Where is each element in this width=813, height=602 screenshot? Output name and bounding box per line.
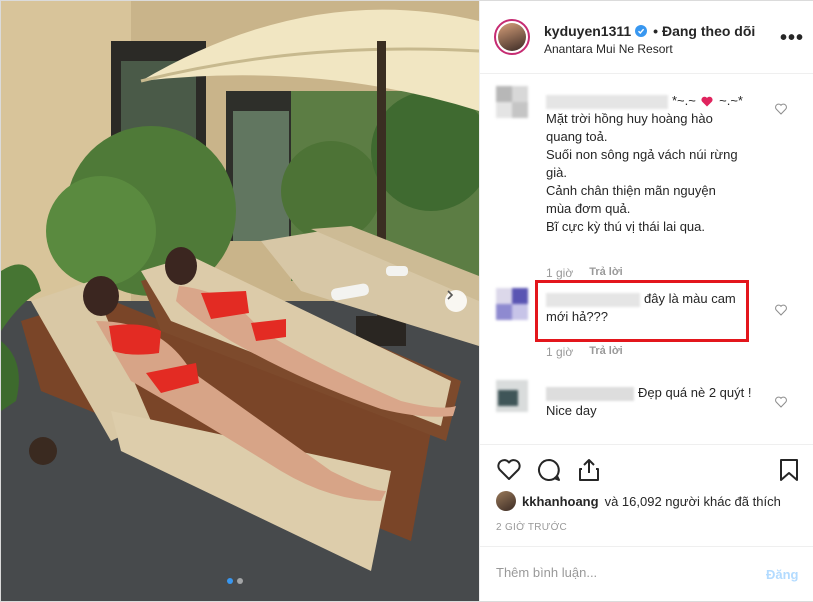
comment-avatar[interactable] [496, 288, 528, 320]
comment-line: mùa đơm quả. [546, 201, 631, 216]
carousel-indicator [227, 578, 243, 584]
comment-line: Suối non sông ngả vách núi rừng [546, 147, 738, 162]
likes-count-text[interactable]: và 16,092 người khác đã thích [605, 494, 781, 509]
reply-button[interactable]: Trả lời [589, 345, 623, 359]
comment-line: quang toả. [546, 129, 608, 144]
comment-avatar[interactable] [496, 380, 528, 412]
post-side-panel: kyduyen1311 • Đang theo dõi Anantara Mui… [479, 1, 813, 601]
red-heart-emoji-icon [701, 96, 714, 107]
post-header: kyduyen1311 • Đang theo dõi Anantara Mui… [480, 1, 813, 74]
comment-line: Đẹp quá nè 2 quýt ! [638, 385, 752, 400]
author-username[interactable]: kyduyen1311 [544, 23, 631, 39]
post-location[interactable]: Anantara Mui Ne Resort [544, 42, 673, 56]
more-options-icon[interactable]: ••• [780, 27, 804, 50]
red-highlight-box [535, 280, 749, 342]
like-comment-heart-icon[interactable] [775, 304, 787, 316]
comment-line: già. [546, 165, 567, 180]
comment-line: Mặt trời hồng huy hoàng hào [546, 111, 713, 126]
comment-author-blurred[interactable] [546, 386, 634, 401]
add-comment-section: Đăng [480, 546, 813, 601]
add-comment-input[interactable] [496, 565, 746, 580]
chevron-right-icon [447, 290, 454, 300]
comment-bubble-icon[interactable] [536, 457, 562, 483]
like-comment-heart-icon[interactable] [775, 103, 787, 115]
author-line: kyduyen1311 • Đang theo dõi [544, 23, 755, 39]
author-avatar[interactable] [494, 19, 530, 55]
carousel-dot-active [227, 578, 233, 584]
reply-button[interactable]: Trả lời [589, 266, 623, 280]
follow-status[interactable]: • Đang theo dõi [653, 23, 755, 39]
carousel-dot [237, 578, 243, 584]
share-icon[interactable] [576, 457, 602, 483]
comment-meta: 1 giờ Trả lời [546, 345, 623, 359]
bookmark-icon[interactable] [776, 457, 802, 483]
verified-badge-icon [635, 25, 648, 37]
comment-author-blurred[interactable] [546, 94, 668, 109]
carousel-next-button[interactable] [445, 290, 467, 312]
like-heart-icon[interactable] [496, 457, 522, 483]
comment-line: Nice day [546, 403, 597, 418]
comment-name-suffix-2: ~.~* [719, 93, 743, 108]
comment-text: *~.~ ~.~* Mặt trời hồng huy hoàng hào qu… [546, 92, 756, 236]
comments-list[interactable]: *~.~ ~.~* Mặt trời hồng huy hoàng hào qu… [480, 74, 813, 444]
liker-avatar[interactable] [496, 491, 516, 511]
comment-time: 1 giờ [546, 266, 574, 280]
comment-name-suffix: *~.~ [672, 93, 696, 108]
photo-illustration [1, 1, 479, 601]
comment-avatar[interactable] [496, 86, 528, 118]
first-liker-username[interactable]: kkhanhoang [522, 494, 599, 509]
comment-meta: 1 giờ Trả lời [546, 266, 623, 280]
instagram-post-window: kyduyen1311 • Đang theo dõi Anantara Mui… [0, 0, 813, 602]
like-comment-heart-icon[interactable] [775, 396, 787, 408]
post-photo[interactable] [1, 1, 479, 601]
comment-time: 1 giờ [546, 345, 574, 359]
post-timestamp: 2 GIỜ TRƯỚC [496, 522, 568, 533]
comment-line: Cảnh chân thiện mãn nguyện [546, 183, 716, 198]
comment-line: Bĩ cực kỳ thú vị thái lai qua. [546, 219, 705, 234]
comment-text: Đẹp quá nè 2 quýt ! Nice day [546, 384, 756, 420]
post-actions-bar [480, 444, 813, 496]
post-comment-button[interactable]: Đăng [766, 567, 799, 582]
likes-summary: kkhanhoang và 16,092 người khác đã thích [496, 491, 781, 511]
